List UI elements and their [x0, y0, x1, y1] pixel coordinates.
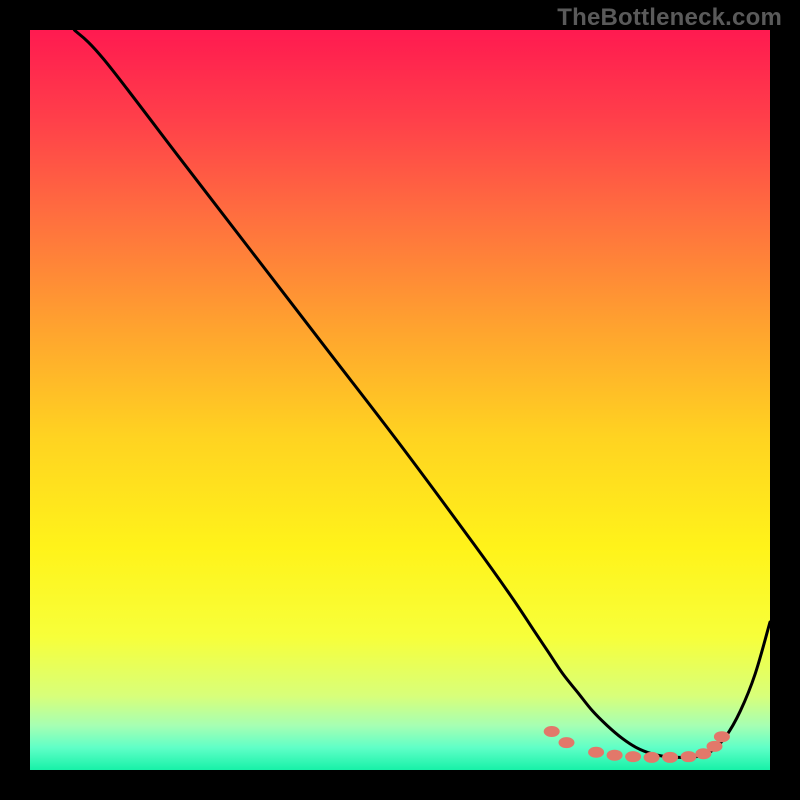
chart-svg	[30, 30, 770, 770]
curve-marker	[544, 726, 560, 737]
curve-marker	[559, 737, 575, 748]
curve-marker	[607, 750, 623, 761]
curve-marker	[681, 751, 697, 762]
watermark-text: TheBottleneck.com	[557, 4, 782, 32]
curve-marker	[707, 741, 723, 752]
curve-marker	[625, 751, 641, 762]
curve-marker	[662, 752, 678, 763]
chart-plot	[30, 30, 770, 770]
chart-background	[30, 30, 770, 770]
curve-marker	[714, 731, 730, 742]
curve-marker	[588, 747, 604, 758]
chart-frame: TheBottleneck.com	[0, 0, 800, 800]
curve-marker	[644, 752, 660, 763]
